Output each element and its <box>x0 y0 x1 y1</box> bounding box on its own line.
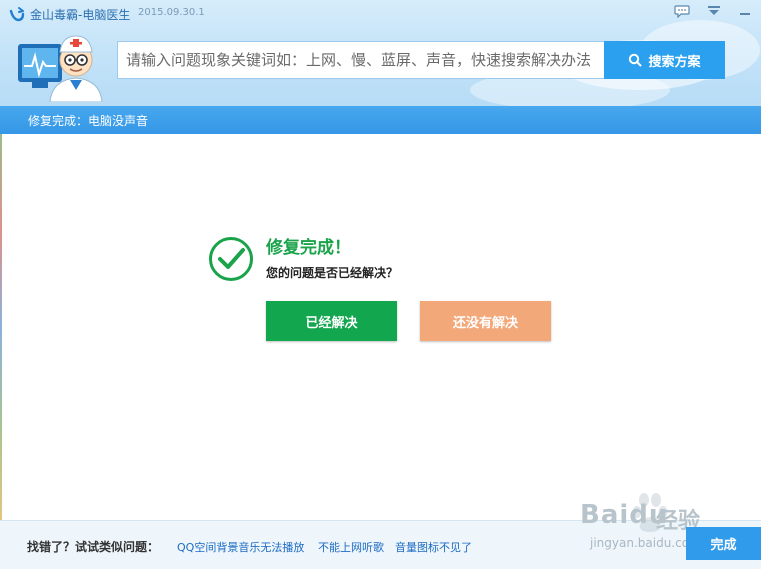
similar-issue-link[interactable]: QQ空间背景音乐无法播放 <box>177 539 304 555</box>
unsolved-button[interactable]: 还没有解决 <box>420 301 551 341</box>
status-text: 修复完成：电脑没声音 <box>28 114 149 128</box>
window-edge-decoration <box>0 134 2 520</box>
search-input[interactable] <box>117 41 605 79</box>
chat-bubble-icon[interactable] <box>672 2 692 20</box>
done-button[interactable]: 完成 <box>686 527 761 560</box>
header: 金山毒霸-电脑医生 2015.09.30.1 请输入问题现象关键词如：上网、慢、… <box>0 0 761 106</box>
dropdown-menu-icon[interactable] <box>704 2 724 20</box>
search-button[interactable]: 搜索方案 <box>604 41 725 79</box>
solved-button[interactable]: 已经解决 <box>266 301 397 341</box>
status-bar: 修复完成：电脑没声音 <box>0 106 761 134</box>
similar-issue-link[interactable]: 音量图标不见了 <box>395 539 472 555</box>
doctor-avatar-icon <box>18 35 103 102</box>
duba-logo-icon <box>9 7 25 22</box>
app-window: 金山毒霸-电脑医生 2015.09.30.1 请输入问题现象关键词如：上网、慢、… <box>0 0 761 569</box>
result-title: 修复完成！ <box>266 238 351 258</box>
search-button-label: 搜索方案 <box>648 54 701 70</box>
similar-issue-link[interactable]: 不能上网听歌 <box>318 539 384 555</box>
search-icon <box>629 53 642 67</box>
watermark-url: jingyan.baidu.com <box>590 536 701 550</box>
check-circle-icon <box>209 237 253 281</box>
app-version: 2015.09.30.1 <box>138 7 205 18</box>
similar-issues-label: 找错了？试试类似问题： <box>27 540 160 554</box>
result-question: 您的问题是否已经解决？ <box>266 266 399 280</box>
minimize-icon[interactable] <box>735 2 755 20</box>
app-title: 金山毒霸-电脑医生 <box>30 8 131 22</box>
